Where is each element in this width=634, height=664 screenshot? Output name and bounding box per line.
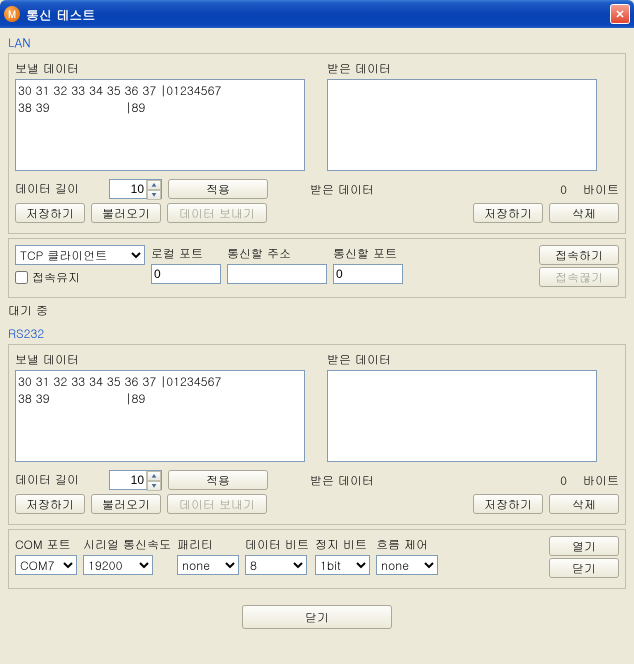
lan-keepconn-label: 접속유지 (32, 269, 80, 286)
lan-apply-button[interactable]: 적용 (168, 179, 268, 199)
rs232-group: 보낼 데이터 받은 데이터 데이터 길이 ▲ ▼ 적용 받은 데이터 (8, 344, 626, 525)
lan-recv-save-button[interactable]: 저장하기 (473, 203, 543, 223)
rs232-bytes-unit: 바이트 (583, 472, 619, 489)
rs232-recv-save-button[interactable]: 저장하기 (473, 494, 543, 514)
lan-disconnect-button[interactable]: 접속끊기 (539, 267, 619, 287)
close-icon[interactable]: ✕ (610, 4, 630, 24)
lan-bytes-unit: 바이트 (583, 181, 619, 198)
rs232-flow-label: 흐름 제어 (376, 536, 438, 553)
lan-save-button[interactable]: 저장하기 (15, 203, 85, 223)
lan-status: 대기 중 (8, 302, 626, 319)
lan-localport-input[interactable] (151, 264, 221, 284)
rs232-stopbits-select[interactable]: 1bit (315, 555, 370, 575)
rs232-parity-label: 패리티 (177, 536, 239, 553)
rs232-recv-bytes-label: 받은 데이터 (310, 472, 374, 489)
lan-delete-button[interactable]: 삭제 (549, 203, 619, 223)
lan-recv-bytes-label: 받은 데이터 (310, 181, 374, 198)
lan-group: 보낼 데이터 받은 데이터 데이터 길이 ▲ ▼ 적용 받은 데이터 (8, 53, 626, 234)
lan-mode-select[interactable]: TCP 클라이언트 (15, 245, 145, 265)
lan-load-button[interactable]: 불러오기 (91, 203, 161, 223)
app-icon: M (4, 6, 20, 22)
spinner-down-icon[interactable]: ▼ (147, 481, 161, 491)
rs232-save-button[interactable]: 저장하기 (15, 494, 85, 514)
rs232-close-button[interactable]: 닫기 (549, 558, 619, 578)
rs232-data-len-input[interactable] (110, 471, 146, 489)
lan-recv-label: 받은 데이터 (327, 60, 619, 77)
rs232-stopbits-label: 정지 비트 (315, 536, 370, 553)
lan-data-len-spinner[interactable]: ▲ ▼ (109, 179, 162, 199)
lan-senddata-button[interactable]: 데이터 보내기 (167, 203, 267, 223)
lan-remoteaddr-label: 통신할 주소 (227, 245, 327, 262)
lan-remoteaddr-input[interactable] (227, 264, 327, 284)
lan-recv-textarea[interactable] (327, 79, 597, 171)
rs232-apply-button[interactable]: 적용 (168, 470, 268, 490)
rs232-flow-select[interactable]: none (376, 555, 438, 575)
rs232-send-textarea[interactable] (15, 370, 305, 462)
rs232-databits-label: 데이터 비트 (245, 536, 309, 553)
lan-recv-bytes-value: 0 (560, 181, 567, 198)
rs232-group-label: RS232 (8, 325, 626, 342)
lan-data-len-input[interactable] (110, 180, 146, 198)
rs232-load-button[interactable]: 불러오기 (91, 494, 161, 514)
titlebar: M 통신 테스트 ✕ (0, 0, 634, 28)
rs232-comport-select[interactable]: COM7 (15, 555, 77, 575)
rs232-open-button[interactable]: 열기 (549, 536, 619, 556)
rs232-recv-bytes-value: 0 (560, 472, 567, 489)
lan-localport-label: 로컬 포트 (151, 245, 221, 262)
rs232-databits-select[interactable]: 8 (245, 555, 307, 575)
spinner-down-icon[interactable]: ▼ (147, 190, 161, 200)
rs232-comport-label: COM 포트 (15, 536, 77, 553)
lan-data-len-label: 데이터 길이 (15, 180, 103, 197)
rs232-conn-group: COM 포트 COM7 시리얼 통신속도 19200 패리티 none 데이터 … (8, 529, 626, 589)
rs232-parity-select[interactable]: none (177, 555, 239, 575)
lan-send-label: 보낼 데이터 (15, 60, 307, 77)
rs232-data-len-label: 데이터 길이 (15, 471, 103, 488)
window-title: 통신 테스트 (26, 5, 610, 24)
spinner-up-icon[interactable]: ▲ (147, 180, 161, 190)
lan-remoteport-label: 통신할 포트 (333, 245, 403, 262)
lan-remoteport-input[interactable] (333, 264, 403, 284)
spinner-up-icon[interactable]: ▲ (147, 471, 161, 481)
rs232-data-len-spinner[interactable]: ▲ ▼ (109, 470, 162, 490)
lan-keepconn-checkbox[interactable] (15, 271, 28, 284)
rs232-baud-label: 시리얼 통신속도 (83, 536, 171, 553)
rs232-recv-label: 받은 데이터 (327, 351, 619, 368)
rs232-delete-button[interactable]: 삭제 (549, 494, 619, 514)
close-button[interactable]: 닫기 (242, 605, 392, 629)
rs232-send-label: 보낼 데이터 (15, 351, 307, 368)
lan-connect-button[interactable]: 접속하기 (539, 245, 619, 265)
rs232-senddata-button[interactable]: 데이터 보내기 (167, 494, 267, 514)
lan-conn-group: TCP 클라이언트 접속유지 로컬 포트 통신할 주소 통신할 포트 접속 (8, 238, 626, 298)
rs232-recv-textarea[interactable] (327, 370, 597, 462)
lan-send-textarea[interactable] (15, 79, 305, 171)
rs232-baud-select[interactable]: 19200 (83, 555, 153, 575)
lan-group-label: LAN (8, 34, 626, 51)
